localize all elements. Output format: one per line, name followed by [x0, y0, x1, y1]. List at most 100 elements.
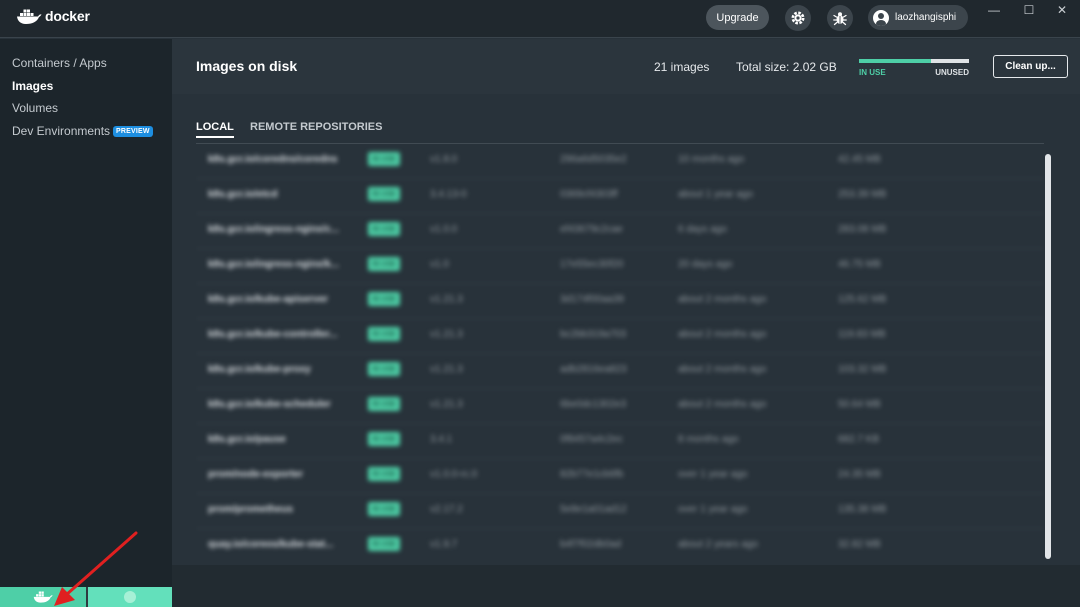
page-header: Images on disk 21 images Total size: 2.0…	[172, 39, 1080, 94]
table-row[interactable]: k8s.gcr.io/kube-apiserver IN USE v1.21.3…	[196, 284, 1044, 319]
close-button[interactable]: ✕	[1044, 0, 1080, 20]
image-tag: v1.8.0	[430, 154, 458, 165]
image-id: 5e8e1a01ad12	[560, 504, 627, 515]
in-use-badge: IN USE	[368, 257, 400, 271]
image-created: about 2 months ago	[678, 294, 767, 305]
table-row[interactable]: k8s.gcr.io/coredns/coredns IN USE v1.8.0…	[196, 144, 1044, 179]
title-bar: docker Upgrade laozhangisphi — ☐ ✕	[0, 0, 1080, 38]
image-tag: v2.17.2	[430, 504, 463, 515]
table-row[interactable]: k8s.gcr.io/kube-controller... IN USE v1.…	[196, 319, 1044, 354]
image-size: 682.7 KB	[838, 434, 880, 445]
image-size: 125.62 MB	[838, 294, 887, 305]
image-id: 82b77e1cb6fb	[560, 469, 624, 480]
in-use-badge: IN USE	[368, 152, 400, 166]
table-row[interactable]: k8s.gcr.io/kube-proxy IN USE v1.21.3 adb…	[196, 354, 1044, 389]
image-size: 253.39 MB	[838, 189, 887, 200]
image-name: k8s.gcr.io/ingress-nginx/k...	[208, 259, 340, 270]
image-name: k8s.gcr.io/ingress-nginx/c...	[208, 224, 340, 235]
images-table: k8s.gcr.io/coredns/coredns IN USE v1.8.0…	[196, 143, 1044, 557]
image-size: 283.08 MB	[838, 224, 887, 235]
troubleshoot-button[interactable]	[827, 5, 853, 31]
user-avatar-icon	[873, 9, 889, 26]
page-title: Images on disk	[196, 58, 298, 74]
image-created: about 2 years ago	[678, 539, 759, 550]
tab-local[interactable]: LOCAL	[196, 121, 234, 138]
image-created: over 1 year ago	[678, 504, 748, 515]
image-id: 296a6d5035e2	[560, 154, 627, 165]
sidebar-item-volumes[interactable]: Volumes	[12, 101, 58, 115]
table-row[interactable]: k8s.gcr.io/ingress-nginx/k... IN USE v1.…	[196, 249, 1044, 284]
sidebar-item-images[interactable]: Images	[12, 79, 53, 93]
images-panel: LOCAL REMOTE REPOSITORIES k8s.gcr.io/cor…	[172, 94, 1080, 607]
image-name: quay.io/coreos/kube-stat...	[208, 539, 334, 550]
image-created: 6 days ago	[678, 224, 727, 235]
sidebar-item-dev-environments[interactable]: Dev Environments PREVIEW	[12, 124, 153, 138]
account-button[interactable]: laozhangisphi	[868, 5, 968, 30]
image-name: prom/prometheus	[208, 504, 294, 515]
image-name: prom/node-exporter	[208, 469, 304, 480]
table-row[interactable]: prom/prometheus IN USE v2.17.2 5e8e1a01a…	[196, 494, 1044, 529]
image-tag: 3.4.13-0	[430, 189, 467, 200]
image-created: 8 months ago	[678, 434, 739, 445]
image-id: bc2bb319a703	[560, 329, 627, 340]
image-id: b4f7f02db0ad	[560, 539, 622, 550]
table-row[interactable]: prom/node-exporter IN USE v1.0.0-rc.0 82…	[196, 459, 1044, 494]
in-use-badge: IN USE	[368, 362, 400, 376]
scrollbar-thumb[interactable]	[1045, 154, 1051, 559]
image-name: k8s.gcr.io/kube-controller...	[208, 329, 338, 340]
in-use-badge: IN USE	[368, 327, 400, 341]
tab-remote-repositories[interactable]: REMOTE REPOSITORIES	[250, 121, 382, 136]
sidebar-item-label: Images	[12, 79, 54, 93]
image-size: 24.35 MB	[838, 469, 881, 480]
in-use-badge: IN USE	[368, 537, 400, 551]
image-size: 50.64 MB	[838, 399, 881, 410]
image-created: 20 days ago	[678, 259, 733, 270]
image-count: 21 images	[654, 60, 710, 74]
image-id: 6be0dc1302e3	[560, 399, 627, 410]
in-use-badge: IN USE	[368, 292, 400, 306]
unused-label: UNUSED	[935, 68, 969, 77]
username: laozhangisphi	[895, 12, 957, 23]
minimize-button[interactable]: —	[976, 0, 1012, 20]
image-name: k8s.gcr.io/kube-proxy	[208, 364, 311, 375]
image-name: k8s.gcr.io/kube-apiserver	[208, 294, 329, 305]
scrollbar[interactable]	[1042, 148, 1054, 563]
usage-bar-unused	[930, 59, 969, 63]
settings-button[interactable]	[785, 5, 811, 31]
annotation-arrow-icon	[54, 531, 138, 606]
table-row[interactable]: k8s.gcr.io/kube-scheduler IN USE v1.21.3…	[196, 389, 1044, 424]
docker-logo: docker	[16, 7, 90, 25]
maximize-button[interactable]: ☐	[1011, 0, 1047, 20]
image-size: 103.32 MB	[838, 364, 887, 375]
image-created: over 1 year ago	[678, 469, 748, 480]
sidebar-item-containers[interactable]: Containers / Apps	[12, 56, 107, 70]
image-tag: v1.0	[430, 259, 449, 270]
footer-strip	[172, 565, 1080, 607]
sidebar-item-label: Dev Environments	[12, 124, 111, 138]
image-tag: v1.21.3	[430, 364, 463, 375]
image-id: 17e55ec30f20	[560, 259, 624, 270]
image-id: ef43679c2cae	[560, 224, 623, 235]
sidebar-item-label: Containers / Apps	[12, 56, 107, 70]
image-created: about 1 year ago	[678, 189, 754, 200]
image-tag: v1.0.0	[430, 224, 458, 235]
image-tag: v1.0.0-rc.0	[430, 469, 478, 480]
upgrade-button[interactable]: Upgrade	[706, 5, 769, 30]
table-row[interactable]: k8s.gcr.io/etcd IN USE 3.4.13-0 0369cf43…	[196, 179, 1044, 214]
image-size: 46.75 MB	[838, 259, 881, 270]
in-use-badge: IN USE	[368, 397, 400, 411]
image-tag: 3.4.1	[430, 434, 453, 445]
app-name: docker	[45, 8, 90, 24]
docker-whale-icon	[17, 9, 42, 24]
table-row[interactable]: quay.io/coreos/kube-stat... IN USE v1.9.…	[196, 529, 1044, 557]
clean-up-button[interactable]: Clean up...	[993, 55, 1068, 78]
image-tag: v1.21.3	[430, 294, 463, 305]
bug-icon	[833, 12, 847, 26]
table-row[interactable]: k8s.gcr.io/ingress-nginx/c... IN USE v1.…	[196, 214, 1044, 249]
image-tag: v1.21.3	[430, 329, 463, 340]
table-row[interactable]: k8s.gcr.io/pause IN USE 3.4.1 0f8457a4c2…	[196, 424, 1044, 459]
usage-bar	[859, 59, 969, 63]
image-size: 32.82 MB	[838, 539, 881, 550]
image-name: k8s.gcr.io/kube-scheduler	[208, 399, 331, 410]
image-name: k8s.gcr.io/etcd	[208, 189, 278, 200]
